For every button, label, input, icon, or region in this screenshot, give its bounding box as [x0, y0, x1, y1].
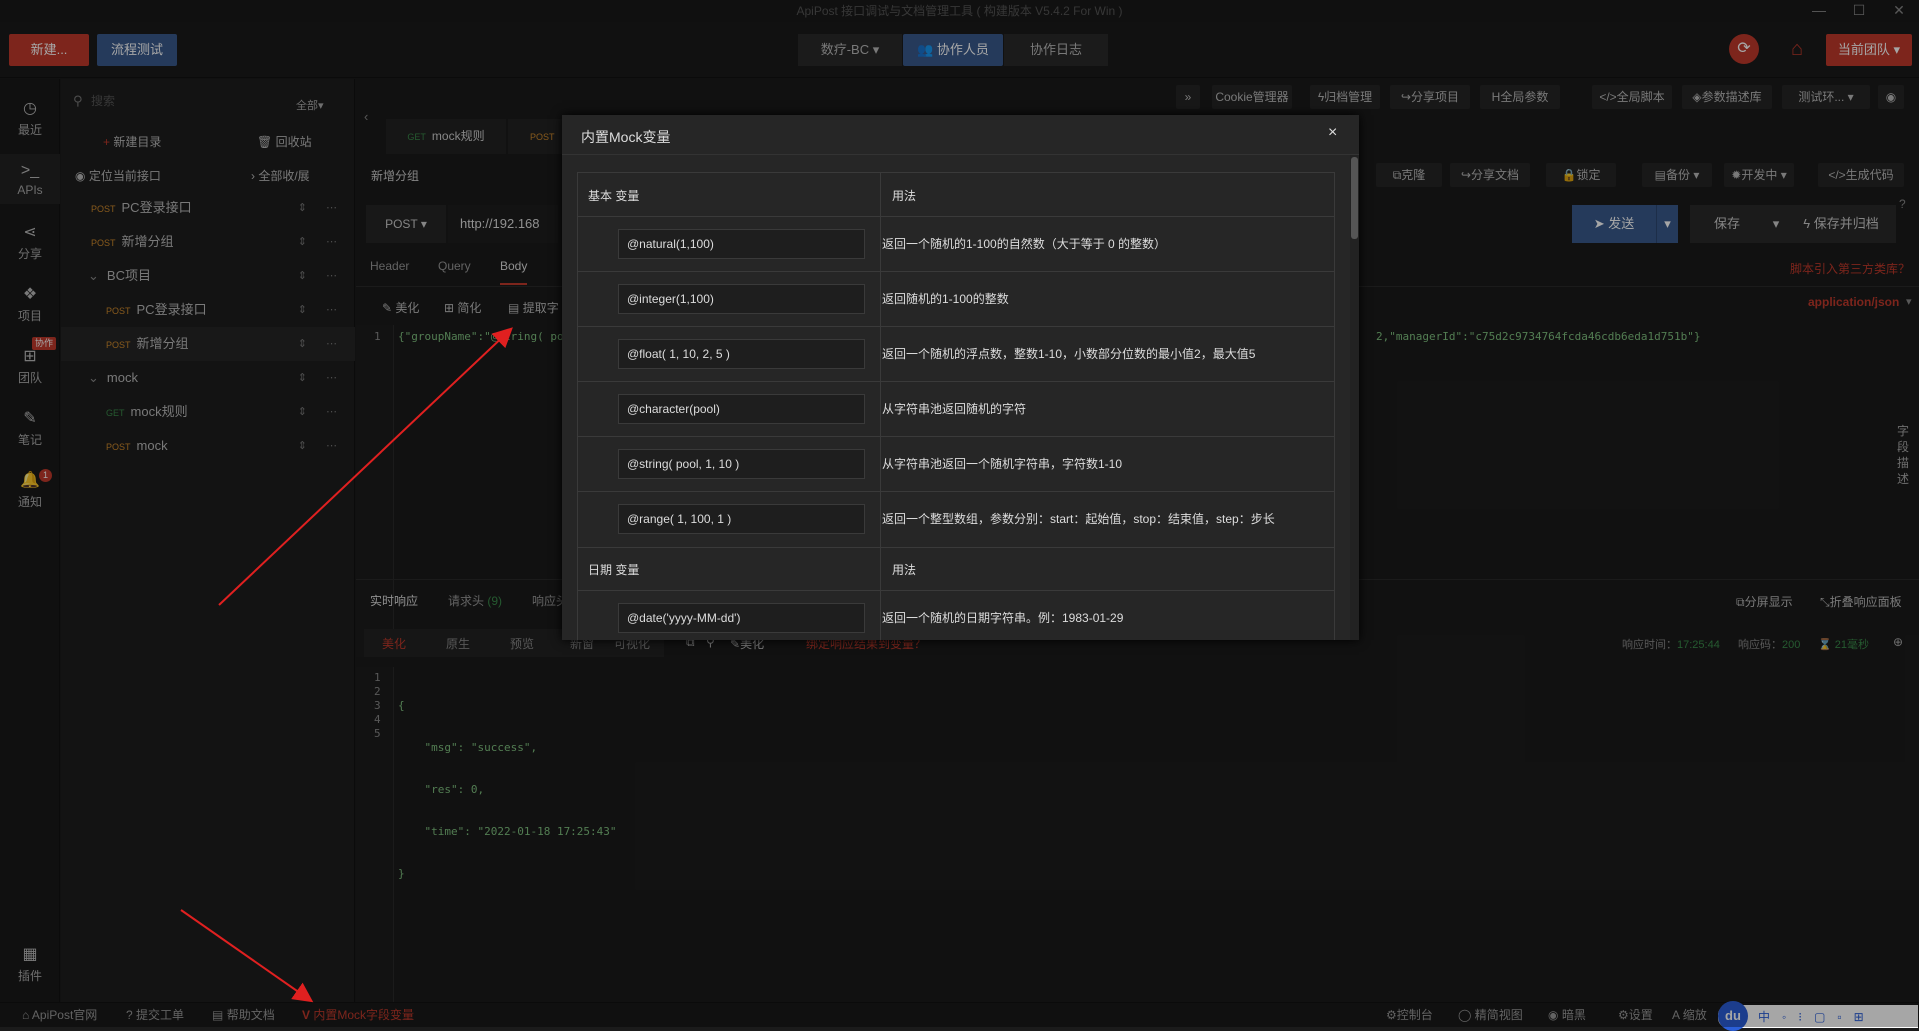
table-row: @float( 1, 10, 2, 5 ) 返回一个随机的浮点数，整数1-10，小…: [578, 327, 1334, 382]
mock-var-field[interactable]: @string( pool, 1, 10 ): [618, 449, 865, 479]
desc-cell: 从字符串池返回随机的字符: [882, 382, 1334, 436]
var-cell: @character(pool): [578, 382, 881, 436]
table-header-cell: 用法: [882, 547, 1334, 590]
modal-title: 内置Mock变量: [581, 129, 671, 145]
modal-header: 内置Mock变量 ×: [562, 115, 1359, 155]
table-header-cell: 基本 变量: [578, 173, 881, 216]
table-header-cell: 日期 变量: [578, 547, 881, 590]
var-cell: @range( 1, 100, 1 ): [578, 492, 881, 547]
mock-var-field[interactable]: @natural(1,100): [618, 229, 865, 259]
mock-var-desc: 从字符串池返回随机的字符: [882, 402, 1027, 416]
basic-vars-table: 基本 变量 用法 @natural(1,100) 返回一个随机的1-100的自然数…: [577, 172, 1335, 548]
table-row: @character(pool) 从字符串池返回随机的字符: [578, 382, 1334, 437]
desc-cell: 返回一个随机的浮点数，整数1-10，小数部分位数的最小值2，最大值5: [882, 327, 1334, 381]
table-row: @date('yyyy-MM-dd') 返回一个随机的日期字符串。例：1983-0…: [578, 591, 1334, 640]
table-row: @natural(1,100) 返回一个随机的1-100的自然数（大于等于 0 的…: [578, 217, 1334, 272]
modal-scrollbar[interactable]: [1350, 155, 1359, 640]
var-cell: @string( pool, 1, 10 ): [578, 437, 881, 491]
mock-var-desc: 返回一个整型数组，参数分别：start：起始值，stop：结束值，step：步长: [882, 512, 1275, 526]
table-header: 日期 变量 用法: [578, 547, 1334, 591]
var-cell: @date('yyyy-MM-dd'): [578, 591, 881, 640]
desc-cell: 返回一个随机的日期字符串。例：1983-01-29: [882, 591, 1334, 640]
desc-cell: 返回一个随机的1-100的自然数（大于等于 0 的整数）: [882, 217, 1334, 271]
mock-var-field[interactable]: @float( 1, 10, 2, 5 ): [618, 339, 865, 369]
table-header: 基本 变量 用法: [578, 173, 1334, 217]
modal-body: 基本 变量 用法 @natural(1,100) 返回一个随机的1-100的自然数…: [562, 155, 1359, 640]
mock-vars-modal: 内置Mock变量 × 基本 变量 用法 @natural(1,100) 返回一个随…: [562, 115, 1359, 640]
mock-var-desc: 返回一个随机的1-100的自然数（大于等于 0 的整数）: [882, 237, 1167, 251]
scrollbar-thumb[interactable]: [1351, 157, 1358, 239]
mock-var-field[interactable]: @integer(1,100): [618, 284, 865, 314]
var-cell: @natural(1,100): [578, 217, 881, 271]
table-row: @integer(1,100) 返回随机的1-100的整数: [578, 272, 1334, 327]
table-header-cell: 用法: [882, 173, 1334, 216]
table-row: @string( pool, 1, 10 ) 从字符串池返回一个随机字符串，字符数…: [578, 437, 1334, 492]
header-label: 基本 变量: [588, 189, 640, 203]
desc-cell: 返回随机的1-100的整数: [882, 272, 1334, 326]
header-label: 用法: [892, 563, 917, 577]
mock-var-desc: 返回随机的1-100的整数: [882, 292, 1009, 306]
mock-var-field[interactable]: @range( 1, 100, 1 ): [618, 504, 865, 534]
var-cell: @float( 1, 10, 2, 5 ): [578, 327, 881, 381]
close-icon[interactable]: ×: [1328, 124, 1337, 142]
desc-cell: 从字符串池返回一个随机字符串，字符数1-10: [882, 437, 1334, 491]
mock-var-desc: 返回一个随机的日期字符串。例：1983-01-29: [882, 611, 1124, 625]
var-cell: @integer(1,100): [578, 272, 881, 326]
desc-cell: 返回一个整型数组，参数分别：start：起始值，stop：结束值，step：步长: [882, 492, 1334, 547]
mock-var-desc: 返回一个随机的浮点数，整数1-10，小数部分位数的最小值2，最大值5: [882, 347, 1256, 361]
header-label: 日期 变量: [588, 563, 640, 577]
mock-var-field[interactable]: @character(pool): [618, 394, 865, 424]
date-vars-table: 日期 变量 用法 @date('yyyy-MM-dd') 返回一个随机的日期字符串…: [577, 547, 1335, 640]
mock-var-desc: 从字符串池返回一个随机字符串，字符数1-10: [882, 457, 1123, 471]
table-row: @range( 1, 100, 1 ) 返回一个整型数组，参数分别：start：起…: [578, 492, 1334, 547]
mock-var-field[interactable]: @date('yyyy-MM-dd'): [618, 603, 865, 633]
header-label: 用法: [892, 189, 917, 203]
